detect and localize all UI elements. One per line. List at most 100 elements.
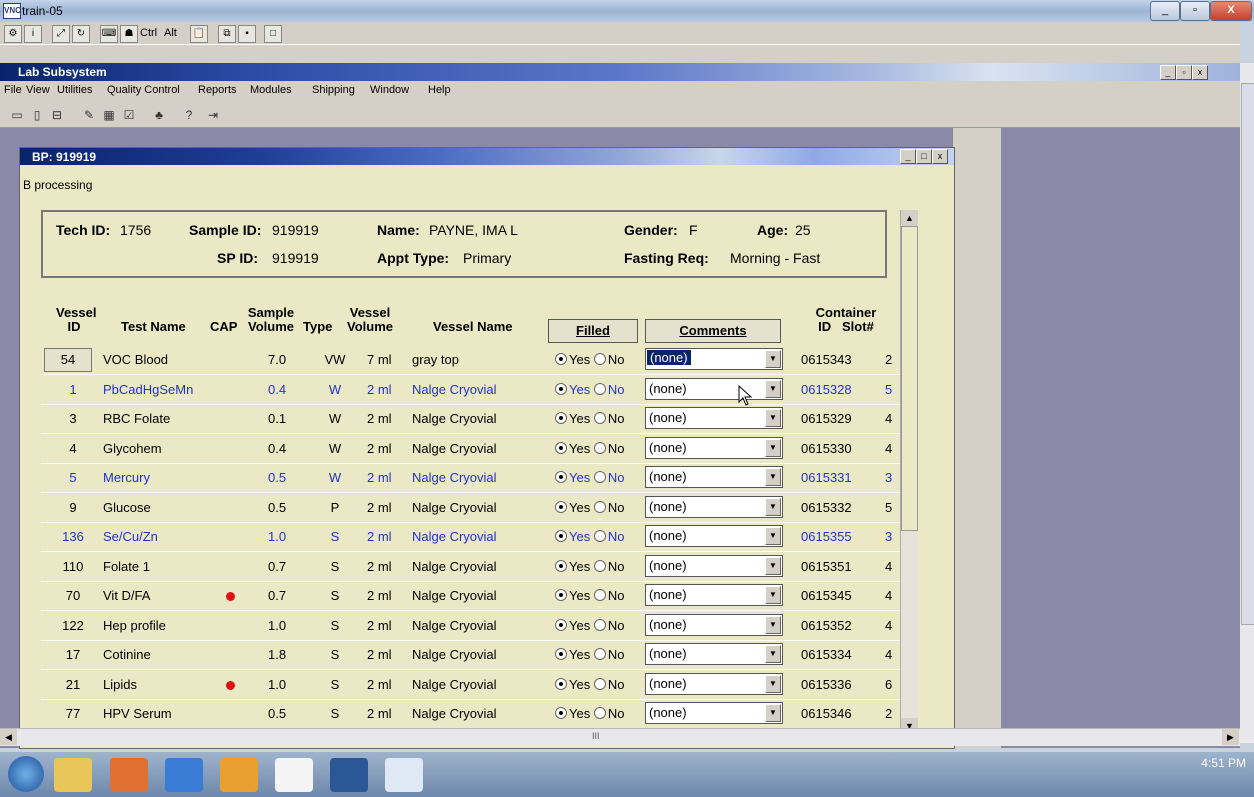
chevron-down-icon[interactable]: ▼	[765, 615, 781, 634]
chevron-down-icon[interactable]: ▼	[765, 497, 781, 516]
filled-yes-radio[interactable]: Yes	[555, 470, 590, 485]
filled-yes-radio[interactable]: Yes	[555, 411, 590, 426]
exit-icon[interactable]: ⇥	[204, 107, 222, 123]
table-row[interactable]: 70 Vit D/FA 0.7 S 2 ml Nalge Cryovial Yes No (n…	[41, 581, 900, 611]
filled-header-button[interactable]: Filled	[548, 319, 638, 343]
refresh-icon[interactable]: ↻	[72, 25, 90, 43]
filled-no-radio[interactable]: No	[593, 618, 624, 633]
table-row[interactable]: 77 HPV Serum 0.5 S 2 ml Nalge Cryovial Yes No (…	[41, 699, 900, 729]
filled-no-radio[interactable]: No	[593, 411, 624, 426]
filled-no-radio[interactable]: No	[593, 677, 624, 692]
people-icon[interactable]: ♣	[150, 107, 168, 123]
filled-yes-radio[interactable]: Yes	[555, 559, 590, 574]
clipboard-icon[interactable]: 📋	[190, 25, 208, 43]
bp-restore-button[interactable]: □	[916, 149, 932, 164]
maximize-button[interactable]: ▫	[1180, 1, 1210, 21]
table-vertical-scrollbar[interactable]: ▲ ▼	[900, 210, 918, 734]
ctrl-button[interactable]: Ctrl	[140, 27, 157, 39]
comments-dropdown[interactable]: (none) ▼	[645, 436, 783, 459]
table-row[interactable]: 3 RBC Folate 0.1 W 2 ml Nalge Cryovial Yes No (…	[41, 404, 900, 434]
filled-no-radio[interactable]: No	[593, 382, 624, 397]
comments-dropdown[interactable]: (none) ▼	[645, 466, 783, 488]
table-row[interactable]: 110 Folate 1 0.7 S 2 ml Nalge Cryovial Yes No (…	[41, 552, 900, 582]
explorer-icon[interactable]	[54, 758, 92, 792]
chevron-down-icon[interactable]: ▼	[765, 674, 781, 693]
filled-no-radio[interactable]: No	[593, 706, 624, 721]
comments-dropdown[interactable]: (none) ▼	[645, 643, 783, 665]
keyboard-icon[interactable]: ⌨	[100, 25, 118, 43]
chevron-down-icon[interactable]: ▼	[765, 438, 781, 457]
menu-modules[interactable]: Modules	[250, 84, 292, 96]
table-row[interactable]: 122 Hep profile 1.0 S 2 ml Nalge Cryovial Yes …	[41, 611, 900, 641]
filled-yes-radio[interactable]: Yes	[555, 647, 590, 662]
comments-dropdown[interactable]: (none) ▼	[645, 613, 783, 636]
ctrl-alt-del-icon[interactable]: ☗	[120, 25, 138, 43]
filled-yes-radio[interactable]: Yes	[555, 500, 590, 515]
chevron-down-icon[interactable]: ▼	[765, 704, 781, 722]
ie-icon[interactable]	[165, 758, 203, 792]
app-close-button[interactable]: x	[1192, 65, 1208, 80]
menu-window[interactable]: Window	[370, 84, 409, 96]
table-row[interactable]: 4 Glycohem 0.4 W 2 ml Nalge Cryovial Yes No (no…	[41, 434, 900, 464]
bp-minimize-button[interactable]: _	[900, 149, 916, 164]
grid-icon[interactable]: ▦	[100, 107, 118, 123]
comments-dropdown[interactable]: (none) ▼	[645, 407, 783, 429]
word-icon[interactable]	[330, 758, 368, 792]
chevron-down-icon[interactable]: ▼	[765, 379, 781, 398]
filled-yes-radio[interactable]: Yes	[555, 588, 590, 603]
app-restore-button[interactable]: ▫	[1176, 65, 1192, 80]
info-icon[interactable]: i	[24, 25, 42, 43]
comments-header-button[interactable]: Comments	[645, 319, 781, 343]
filled-no-radio[interactable]: No	[593, 352, 624, 367]
chevron-down-icon[interactable]: ▼	[765, 556, 781, 575]
menu-shipping[interactable]: Shipping	[312, 84, 355, 96]
outer-vertical-scrollbar[interactable]	[1240, 63, 1254, 743]
bp-close-button[interactable]: x	[932, 149, 948, 164]
scroll-left-icon[interactable]: ◀	[0, 729, 17, 745]
comments-dropdown[interactable]: (none) ▼	[645, 672, 783, 695]
notepad-icon[interactable]	[275, 758, 313, 792]
comments-dropdown[interactable]: (none) ▼	[645, 495, 783, 518]
menu-file[interactable]: File	[4, 84, 22, 96]
filled-yes-radio[interactable]: Yes	[555, 441, 590, 456]
comments-dropdown[interactable]: (none) ▼	[645, 348, 783, 370]
filled-no-radio[interactable]: No	[593, 647, 624, 662]
chevron-down-icon[interactable]: ▼	[765, 468, 781, 486]
outer-scroll-thumb[interactable]	[1241, 83, 1254, 625]
chevron-down-icon[interactable]: ▼	[765, 409, 781, 427]
comments-dropdown[interactable]: (none) ▼	[645, 525, 783, 547]
new-connection-icon[interactable]: ⧉	[218, 25, 236, 43]
table-row[interactable]: 17 Cotinine 1.8 S 2 ml Nalge Cryovial Yes No (n…	[41, 640, 900, 670]
document-icon[interactable]: ▯	[28, 107, 46, 123]
filled-yes-radio[interactable]: Yes	[555, 529, 590, 544]
scroll-right-icon[interactable]: ▶	[1222, 729, 1239, 745]
comments-dropdown[interactable]: (none) ▼	[645, 554, 783, 577]
check-icon[interactable]: ☑	[120, 107, 138, 123]
horizontal-scrollbar[interactable]: ◀ III ▶	[0, 728, 1240, 746]
chevron-down-icon[interactable]: ▼	[765, 586, 781, 604]
filled-yes-radio[interactable]: Yes	[555, 706, 590, 721]
menu-help[interactable]: Help	[428, 84, 451, 96]
media-icon[interactable]	[110, 758, 148, 792]
filled-no-radio[interactable]: No	[593, 588, 624, 603]
scroll-up-icon[interactable]: ▲	[901, 210, 918, 226]
syringe-icon[interactable]: ✎	[80, 107, 98, 123]
filled-yes-radio[interactable]: Yes	[555, 382, 590, 397]
start-button[interactable]	[8, 756, 44, 792]
menu-quality-control[interactable]: Quality Control	[107, 84, 180, 96]
table-row[interactable]: 21 Lipids 1.0 S 2 ml Nalge Cryovial Yes No (non…	[41, 670, 900, 700]
comments-dropdown[interactable]: (none) ▼	[645, 702, 783, 724]
filled-yes-radio[interactable]: Yes	[555, 618, 590, 633]
new-icon[interactable]: ▭	[8, 107, 26, 123]
comments-dropdown[interactable]: (none) ▼	[645, 377, 783, 400]
comments-dropdown[interactable]: (none) ▼	[645, 584, 783, 606]
outlook-icon[interactable]	[220, 758, 258, 792]
menu-reports[interactable]: Reports	[198, 84, 237, 96]
table-row[interactable]: 54 VOC Blood 7.0 VW 7 ml gray top Yes No (none)…	[41, 345, 900, 375]
disconnect-icon[interactable]: □	[264, 25, 282, 43]
tray-icon[interactable]: ⊟	[48, 107, 66, 123]
filled-yes-radio[interactable]: Yes	[555, 352, 590, 367]
filled-no-radio[interactable]: No	[593, 529, 624, 544]
alt-button[interactable]: Alt	[164, 27, 177, 39]
app-minimize-button[interactable]: _	[1160, 65, 1176, 80]
